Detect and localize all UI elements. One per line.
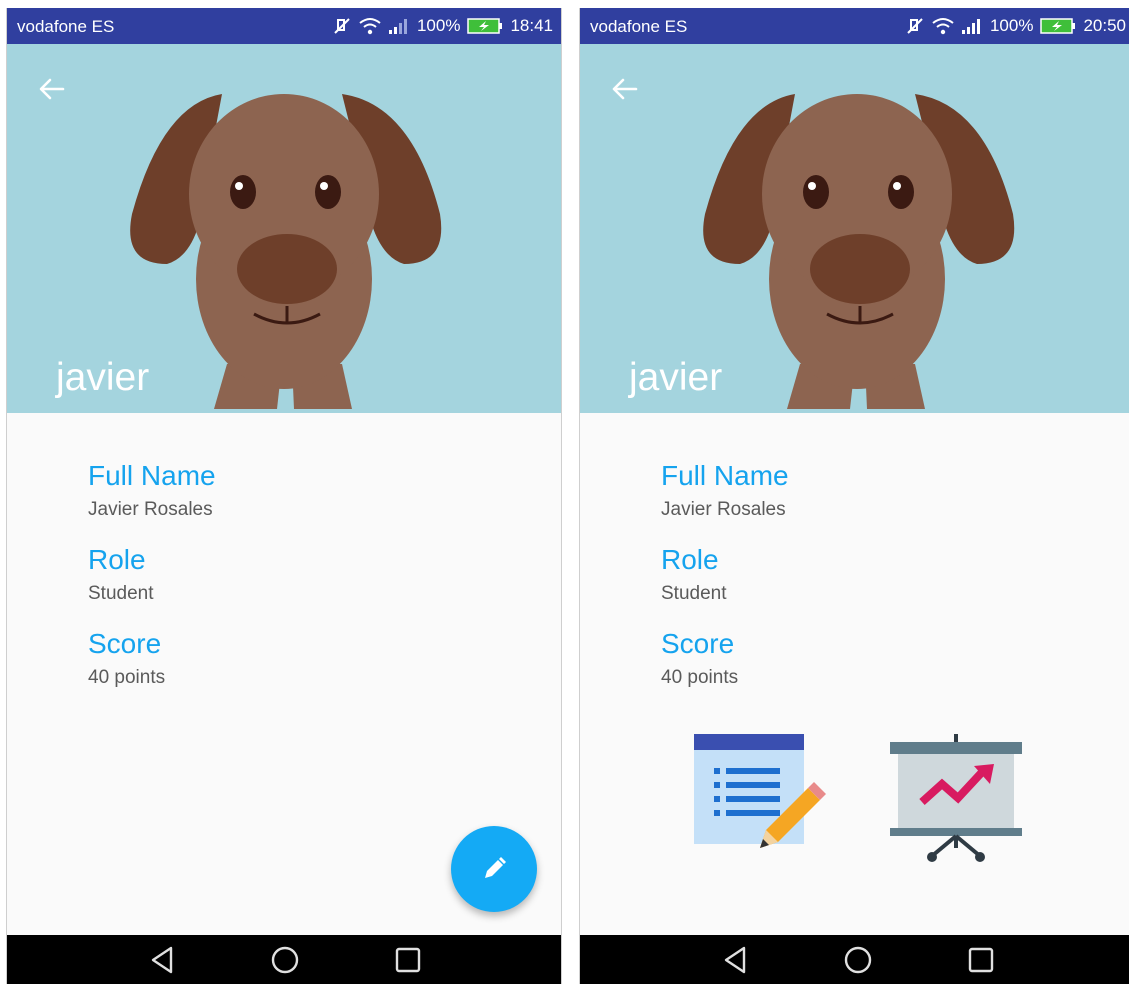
mute-icon: [334, 18, 350, 34]
status-bar: vodafone ES 100% 20:50: [580, 8, 1129, 44]
wifi-icon: [932, 18, 954, 35]
battery-percent: 100%: [989, 16, 1034, 35]
signal-icon: [388, 19, 407, 34]
role-label: Role: [88, 544, 146, 575]
detail-score: Score 40 points: [88, 628, 216, 692]
profile-name: javier: [56, 356, 150, 399]
profile-details: Full Name Javier Rosales Role Student Sc…: [88, 460, 216, 712]
phone-screen-right: vodafone ES 100% 20:50 javier Full Name …: [579, 8, 1129, 984]
home-circle-icon[interactable]: [270, 945, 300, 975]
battery-percent: 100%: [416, 16, 461, 35]
status-icons: 100% 20:50: [905, 14, 1126, 38]
detail-full-name: Full Name Javier Rosales: [661, 460, 789, 524]
wifi-icon: [359, 18, 381, 35]
role-value: Student: [88, 583, 154, 604]
profile-name: javier: [629, 356, 723, 399]
arrow-back-icon[interactable]: [37, 74, 67, 104]
system-nav-bar: [7, 935, 561, 984]
home-circle-icon[interactable]: [843, 945, 873, 975]
status-icons: 100% 18:41: [332, 14, 553, 38]
role-value: Student: [661, 583, 727, 604]
edit-fab-button[interactable]: [451, 826, 537, 912]
profile-details: Full Name Javier Rosales Role Student Sc…: [661, 460, 789, 712]
full-name-value: Javier Rosales: [661, 499, 786, 520]
phone-screen-left: vodafone ES 100% 18:41 javier Full Name …: [6, 8, 562, 984]
signal-icon: [961, 19, 980, 34]
clock: 20:50: [1083, 16, 1126, 35]
status-bar: vodafone ES 100% 18:41: [7, 8, 561, 44]
clock: 18:41: [510, 16, 553, 35]
profile-header: javier: [580, 44, 1129, 413]
system-nav-bar: [580, 935, 1129, 984]
carrier-label: vodafone ES: [17, 17, 115, 36]
role-label: Role: [661, 544, 719, 575]
detail-role: Role Student: [661, 544, 789, 608]
score-label: Score: [88, 628, 162, 659]
list-edit-icon[interactable]: [692, 730, 827, 860]
back-triangle-icon[interactable]: [147, 945, 177, 975]
detail-full-name: Full Name Javier Rosales: [88, 460, 216, 524]
dog-avatar: [130, 94, 442, 409]
recents-square-icon[interactable]: [393, 945, 423, 975]
dog-avatar: [703, 94, 1015, 409]
mute-icon: [907, 18, 923, 34]
score-value: 40 points: [88, 667, 166, 688]
battery-icon: [1040, 18, 1076, 34]
arrow-back-icon[interactable]: [610, 74, 640, 104]
carrier-label: vodafone ES: [590, 17, 688, 36]
full-name-label: Full Name: [88, 460, 216, 491]
pencil-icon: [485, 857, 506, 878]
recents-square-icon[interactable]: [966, 945, 996, 975]
presentation-chart-icon[interactable]: [886, 732, 1026, 867]
score-label: Score: [661, 628, 735, 659]
profile-header: javier: [7, 44, 561, 413]
detail-score: Score 40 points: [661, 628, 789, 692]
battery-icon: [467, 18, 503, 34]
full-name-value: Javier Rosales: [88, 499, 213, 520]
full-name-label: Full Name: [661, 460, 789, 491]
back-triangle-icon[interactable]: [720, 945, 750, 975]
detail-role: Role Student: [88, 544, 216, 608]
score-value: 40 points: [661, 667, 739, 688]
